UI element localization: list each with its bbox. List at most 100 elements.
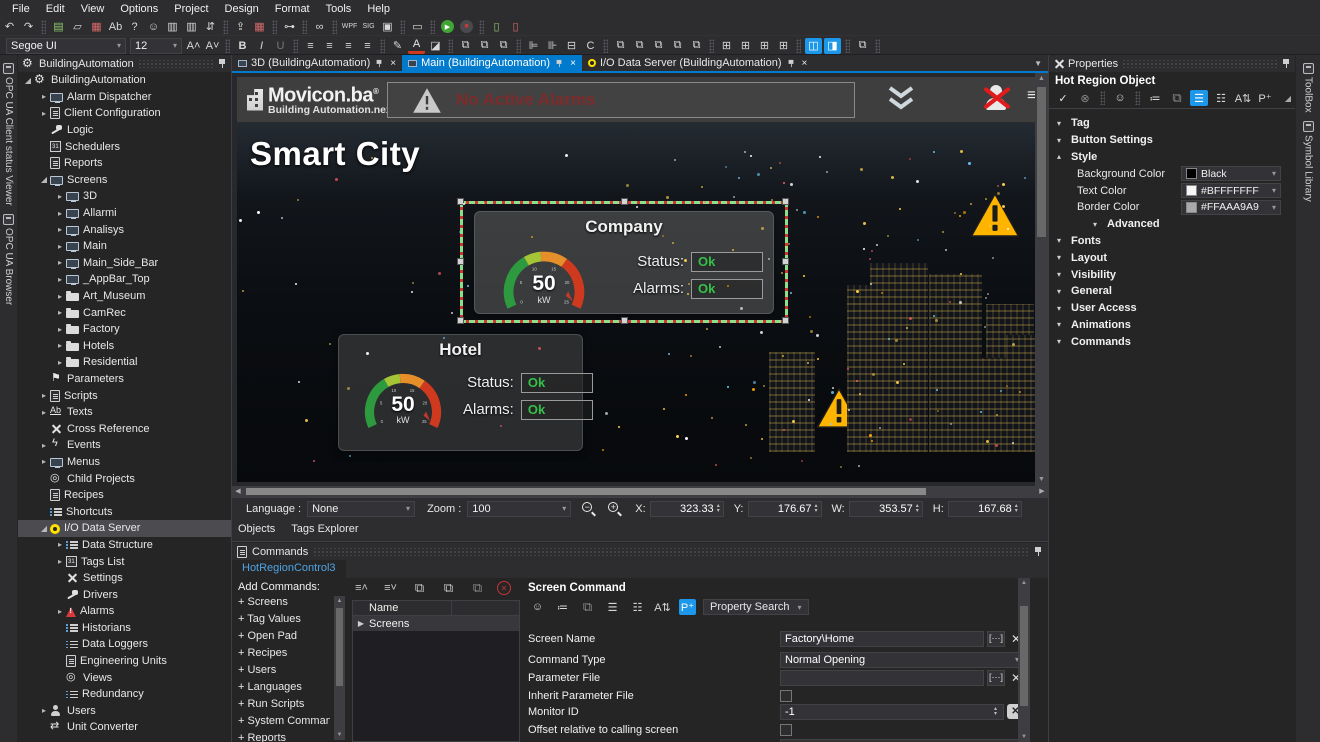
add-command-users[interactable]: + Users (238, 664, 330, 681)
property-search-button[interactable]: Property Search▾ (703, 599, 809, 615)
tree-item-main[interactable]: ▸Main (18, 238, 231, 255)
command-table-row[interactable]: ▶Screens (353, 616, 519, 631)
server-stop-icon[interactable]: ▯ (507, 19, 524, 35)
paste-command-icon[interactable]: ⧉ (440, 580, 457, 596)
align-right-icon[interactable]: ≡ (340, 38, 357, 54)
menu-edit[interactable]: Edit (38, 1, 73, 17)
tree-item-residential[interactable]: ▸Residential (18, 354, 231, 371)
tree-item-data-structure[interactable]: ▸Data Structure (18, 537, 231, 554)
company-widget[interactable]: Company 0 5 10 15 (474, 211, 774, 314)
tree-item-buildingautomation[interactable]: ◢BuildingAutomation (18, 72, 231, 89)
tab-tags-explorer[interactable]: Tags Explorer (291, 523, 358, 535)
property-value-combo[interactable]: #BFFFFFFF▾ (1181, 183, 1281, 198)
spinner-icon[interactable]: ▴▾ (994, 707, 997, 717)
menu-view[interactable]: View (73, 1, 113, 17)
designer-horizontal-scrollbar[interactable]: ◀▶ (232, 486, 1048, 497)
save-icon[interactable]: ▥ (164, 19, 181, 35)
sort-view-icon[interactable]: ☷ (1212, 90, 1230, 106)
tree-item-i-o-data-server[interactable]: ◢I/O Data Server (18, 520, 231, 537)
tree-item-allarmi[interactable]: ▸Allarmi (18, 205, 231, 222)
tree-item-logic[interactable]: Logic (18, 122, 231, 139)
tree-item-client-configuration[interactable]: ▸Client Configuration (18, 105, 231, 122)
screen-designer-canvas[interactable]: Movicon.ba® Building Automation.next No … (232, 73, 1048, 486)
zoom-in-icon[interactable]: + (605, 501, 623, 517)
attach-icon[interactable]: ∞ (311, 19, 328, 35)
to-image-icon[interactable]: ⧉ (457, 38, 474, 54)
tree-item-menus[interactable]: ▸Menus (18, 454, 231, 471)
close-project-icon[interactable]: ▦ (88, 19, 105, 35)
grid-size-icon[interactable]: ⊞ (775, 38, 792, 54)
command-table-header[interactable]: Name (353, 601, 519, 616)
stop-runtime-icon[interactable]: ■ (458, 19, 475, 35)
undo-icon[interactable]: ↶ (1, 19, 18, 35)
designer-vertical-scrollbar[interactable]: ▲▼ (1035, 73, 1048, 486)
section-fonts[interactable]: ▾Fonts (1049, 233, 1295, 250)
tree-item-tags-list[interactable]: ▸Tags List (18, 553, 231, 570)
section-advanced[interactable]: ▾Advanced (1049, 216, 1295, 233)
tree-item-main-side-bar[interactable]: ▸Main_Side_Bar (18, 255, 231, 272)
layers-icon[interactable]: ⧉ (854, 38, 871, 54)
copies-icon[interactable]: ⧉ (1168, 90, 1186, 106)
pin-icon[interactable] (217, 58, 227, 69)
menu-tools[interactable]: Tools (318, 1, 360, 17)
edit-style-icon[interactable]: ✎ (389, 38, 406, 54)
tree-item-unit-converter[interactable]: Unit Converter (18, 719, 231, 736)
w-field[interactable]: 353.57▴▾ (849, 501, 923, 517)
group-icon[interactable]: ⧉ (476, 38, 493, 54)
underline-icon[interactable]: U (272, 38, 289, 54)
tree-item-scripts[interactable]: ▸Scripts (18, 387, 231, 404)
categorized-icon[interactable]: ≔ (554, 599, 571, 615)
tree-item-factory[interactable]: ▸Factory (18, 321, 231, 338)
remove-project-icon[interactable]: ▦ (251, 19, 268, 35)
tree-item-art-museum[interactable]: ▸Art_Museum (18, 288, 231, 305)
apply-icon[interactable]: ✓ (1054, 90, 1072, 106)
menu-help[interactable]: Help (359, 1, 398, 17)
same-size-icon[interactable]: ⊟ (563, 38, 580, 54)
doc-tab-3d-buildingautomation[interactable]: 3D (BuildingAutomation)× (232, 55, 402, 71)
doc-tab-main-buildingautomation[interactable]: Main (BuildingAutomation)× (402, 55, 582, 71)
tab-objects[interactable]: Objects (238, 523, 275, 535)
add-command-recipes[interactable]: + Recipes (238, 647, 330, 664)
close-icon[interactable]: × (390, 58, 396, 69)
tree-item-texts[interactable]: ▸Texts (18, 404, 231, 421)
alpha-sort-icon[interactable]: A⇅ (1234, 90, 1252, 106)
swap-icon[interactable]: ⧉ (688, 38, 705, 54)
fill-color-icon[interactable]: ◪ (427, 38, 444, 54)
alpha-sort-icon[interactable]: A⇅ (654, 599, 671, 615)
menu-file[interactable]: File (4, 1, 38, 17)
tree-item-recipes[interactable]: Recipes (18, 487, 231, 504)
rotate-icon[interactable]: C (582, 38, 599, 54)
start-runtime-icon[interactable]: ▶ (439, 19, 456, 35)
close-icon[interactable]: × (802, 58, 808, 69)
add-command-open-pad[interactable]: + Open Pad (238, 630, 330, 647)
tree-item-hotels[interactable]: ▸Hotels (18, 338, 231, 355)
tree-item-camrec[interactable]: ▸CamRec (18, 304, 231, 321)
tree-item-alarms[interactable]: ▸Alarms (18, 603, 231, 620)
tree-item-appbar-top[interactable]: ▸_AppBar_Top (18, 271, 231, 288)
tree-item-child-projects[interactable]: Child Projects (18, 470, 231, 487)
comment-icon[interactable]: ▭ (409, 19, 426, 35)
wpf-designer-icon[interactable]: WPF (341, 19, 358, 35)
tree-item-settings[interactable]: Settings (18, 570, 231, 587)
dock-tab-opc-ua-browser[interactable]: OPC UA Browser (0, 214, 17, 305)
add-command-tag-values[interactable]: + Tag Values (238, 613, 330, 630)
doc-tab-i-o-data-server-buildingautomation[interactable]: I/O Data Server (BuildingAutomation)× (582, 55, 813, 71)
backward-icon[interactable]: ⧉ (669, 38, 686, 54)
send-back-icon[interactable]: ⧉ (631, 38, 648, 54)
copies-icon[interactable]: ⧉ (579, 599, 596, 615)
pin-icon[interactable] (787, 59, 795, 68)
font-color-icon[interactable]: A (408, 38, 425, 54)
field-checkbox[interactable] (780, 690, 792, 702)
tree-item-events[interactable]: ▸Events (18, 437, 231, 454)
shrink-font-icon[interactable]: A˅ (204, 38, 221, 54)
add-command-reports[interactable]: + Reports (238, 732, 330, 742)
delete-command-icon[interactable]: ✕ (497, 581, 511, 595)
field-input[interactable]: -1▴▾ (780, 704, 1004, 720)
bold-icon[interactable]: B (234, 38, 251, 54)
upload-project-icon[interactable]: ⇪ (232, 19, 249, 35)
menu-design[interactable]: Design (217, 1, 267, 17)
tree-item-drivers[interactable]: Drivers (18, 586, 231, 603)
language-combo[interactable]: None▾ (307, 501, 415, 517)
align-objects-icon[interactable]: ⊫ (525, 38, 542, 54)
section-style[interactable]: ▴Style (1049, 149, 1295, 166)
